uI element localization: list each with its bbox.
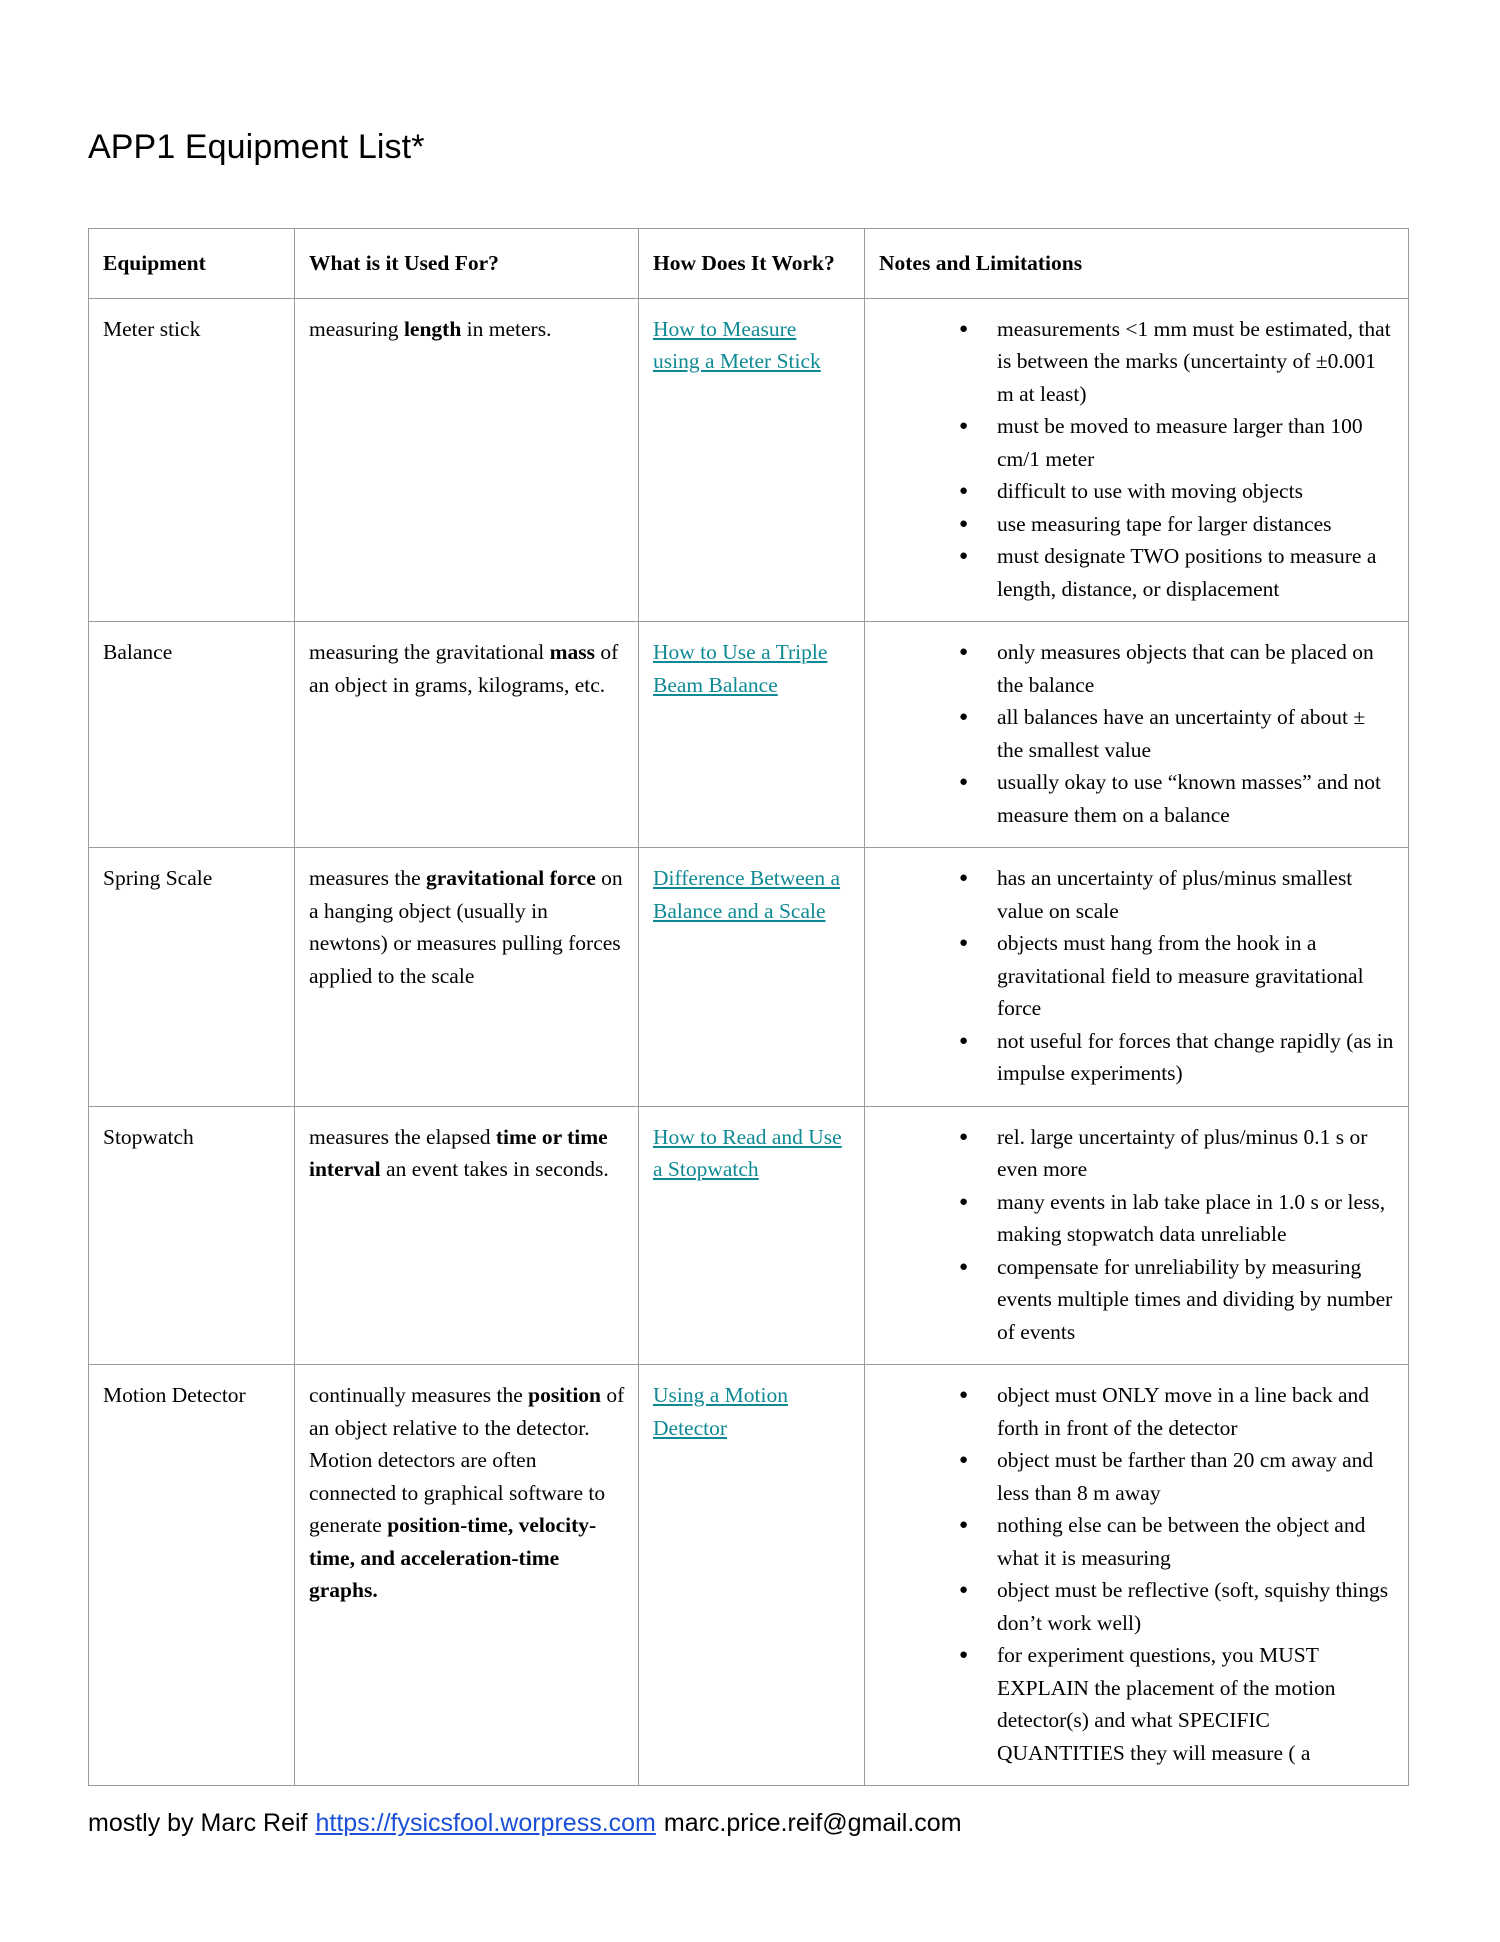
- footer-credit: mostly by Marc Reif: [88, 1809, 308, 1837]
- description-emphasis: mass: [549, 640, 596, 664]
- document-page: APP1 Equipment List* Equipment What is i…: [0, 0, 1500, 1942]
- note-item: objects must hang from the hook in a gra…: [959, 927, 1396, 1025]
- link-line-1: Difference Between a: [653, 866, 841, 890]
- link-line-1: How to Measure: [653, 316, 797, 341]
- equipment-name: Meter stick: [88, 297, 295, 622]
- description-emphasis: length: [403, 316, 462, 341]
- description-text-pre: measures the: [309, 866, 427, 890]
- note-item: must designate TWO positions to measure …: [959, 540, 1396, 605]
- equipment-description: measuring length in meters.: [294, 297, 639, 622]
- description-emphasis: position: [528, 1383, 602, 1407]
- how-it-works-link-cell: How to Use a Triple Beam Balance: [638, 621, 865, 848]
- description-text-pre: continually measures the: [309, 1383, 529, 1407]
- how-it-works-link[interactable]: Difference Between a Balance and a Scale: [653, 866, 840, 923]
- page-title: APP1 Equipment List*: [88, 128, 425, 166]
- description-text-post: an event takes in seconds.: [380, 1157, 609, 1181]
- note-item: object must be reflective (soft, squishy…: [959, 1574, 1396, 1639]
- equipment-description: continually measures the position of an …: [294, 1364, 639, 1786]
- equipment-description: measures the gravitational force on a ha…: [294, 847, 639, 1107]
- notes-list: measurements <1 mm must be estimated, th…: [879, 313, 1396, 606]
- note-item: measurements <1 mm must be estimated, th…: [959, 313, 1396, 411]
- note-item: must be moved to measure larger than 100…: [959, 410, 1396, 475]
- notes-cell: has an uncertainty of plus/minus smalles…: [864, 847, 1409, 1107]
- description-emphasis: gravitational force: [426, 866, 596, 890]
- note-item: all balances have an uncertainty of abou…: [959, 701, 1396, 766]
- notes-cell: object must ONLY move in a line back and…: [864, 1364, 1409, 1786]
- note-item: object must ONLY move in a line back and…: [959, 1379, 1396, 1444]
- table-row: Balance measuring the gravitational mass…: [88, 621, 1409, 848]
- table-header-row: Equipment What is it Used For? How Does …: [88, 228, 1409, 299]
- description-text-pre: measures the elapsed: [309, 1124, 496, 1149]
- equipment-name: Balance: [88, 621, 295, 848]
- note-item: has an uncertainty of plus/minus smalles…: [959, 862, 1396, 927]
- notes-cell: measurements <1 mm must be estimated, th…: [864, 297, 1409, 622]
- how-it-works-link[interactable]: How to Read and Use a Stopwatch: [653, 1125, 842, 1182]
- link-line-2: Beam Balance: [653, 672, 778, 697]
- column-header-used-for: What is it Used For?: [294, 228, 639, 299]
- table-row: Spring Scale measures the gravitational …: [88, 847, 1409, 1107]
- link-line-2: Balance and a Scale: [653, 898, 826, 923]
- notes-list: has an uncertainty of plus/minus smalles…: [879, 862, 1396, 1090]
- link-line-2: Detector: [653, 1415, 728, 1440]
- column-header-how-does-it-work: How Does It Work?: [638, 228, 865, 299]
- equipment-name: Motion Detector: [88, 1364, 295, 1786]
- page-footer: mostly by Marc Reif https://fysicsfool.wo…: [88, 1806, 962, 1840]
- how-it-works-link[interactable]: Using a Motion Detector: [653, 1383, 788, 1440]
- link-line-1: How to Use a Triple: [653, 640, 828, 664]
- how-it-works-link-cell: Using a Motion Detector: [638, 1364, 865, 1786]
- note-item: only measures objects that can be placed…: [959, 636, 1396, 701]
- table-row: Meter stick measuring length in meters. …: [88, 297, 1409, 622]
- equipment-description: measuring the gravitational mass of an o…: [294, 621, 639, 848]
- description-text-pre: measuring the gravitational: [309, 640, 550, 664]
- link-line-1: How to Read and Use: [653, 1124, 842, 1149]
- note-item: rel. large uncertainty of plus/minus 0.1…: [959, 1121, 1396, 1186]
- how-it-works-link[interactable]: How to Measure using a Meter Stick: [653, 317, 821, 374]
- link-line-1: Using a Motion: [653, 1383, 788, 1407]
- note-item: object must be farther than 20 cm away a…: [959, 1444, 1396, 1509]
- equipment-name: Spring Scale: [88, 847, 295, 1107]
- footer-website-link[interactable]: https://fysicsfool.worpress.com: [315, 1809, 655, 1837]
- equipment-description: measures the elapsed time or time interv…: [294, 1105, 639, 1365]
- note-item: many events in lab take place in 1.0 s o…: [959, 1186, 1396, 1251]
- how-it-works-link-cell: How to Measure using a Meter Stick: [638, 297, 865, 622]
- note-item: not useful for forces that change rapidl…: [959, 1025, 1396, 1090]
- note-item: usually okay to use “known masses” and n…: [959, 766, 1396, 831]
- description-text-post: in meters.: [461, 316, 552, 341]
- footer-email: marc.price.reif@gmail.com: [663, 1809, 962, 1837]
- how-it-works-link[interactable]: How to Use a Triple Beam Balance: [653, 640, 827, 697]
- column-header-notes-and-limitations: Notes and Limitations: [864, 228, 1409, 299]
- table-row: Stopwatch measures the elapsed time or t…: [88, 1105, 1409, 1365]
- note-item: compensate for unreliability by measurin…: [959, 1251, 1396, 1349]
- description-text-pre: measuring: [309, 316, 404, 341]
- equipment-table: Equipment What is it Used For? How Does …: [88, 228, 1409, 1786]
- column-header-equipment: Equipment: [88, 228, 295, 299]
- notes-list: rel. large uncertainty of plus/minus 0.1…: [879, 1121, 1396, 1349]
- link-line-2: using a Meter Stick: [653, 349, 821, 373]
- note-item: use measuring tape for larger distances: [959, 508, 1396, 541]
- note-item: nothing else can be between the object a…: [959, 1509, 1396, 1574]
- notes-cell: only measures objects that can be placed…: [864, 621, 1409, 848]
- table-row: Motion Detector continually measures the…: [88, 1364, 1409, 1786]
- notes-cell: rel. large uncertainty of plus/minus 0.1…: [864, 1105, 1409, 1365]
- notes-list: object must ONLY move in a line back and…: [879, 1379, 1396, 1769]
- note-item: difficult to use with moving objects: [959, 475, 1396, 508]
- how-it-works-link-cell: How to Read and Use a Stopwatch: [638, 1105, 865, 1365]
- note-item: for experiment questions, you MUST EXPLA…: [959, 1639, 1396, 1769]
- how-it-works-link-cell: Difference Between a Balance and a Scale: [638, 847, 865, 1107]
- table-body: Meter stick measuring length in meters. …: [88, 297, 1409, 1786]
- equipment-name: Stopwatch: [88, 1105, 295, 1365]
- link-line-2: a Stopwatch: [653, 1157, 759, 1181]
- notes-list: only measures objects that can be placed…: [879, 636, 1396, 831]
